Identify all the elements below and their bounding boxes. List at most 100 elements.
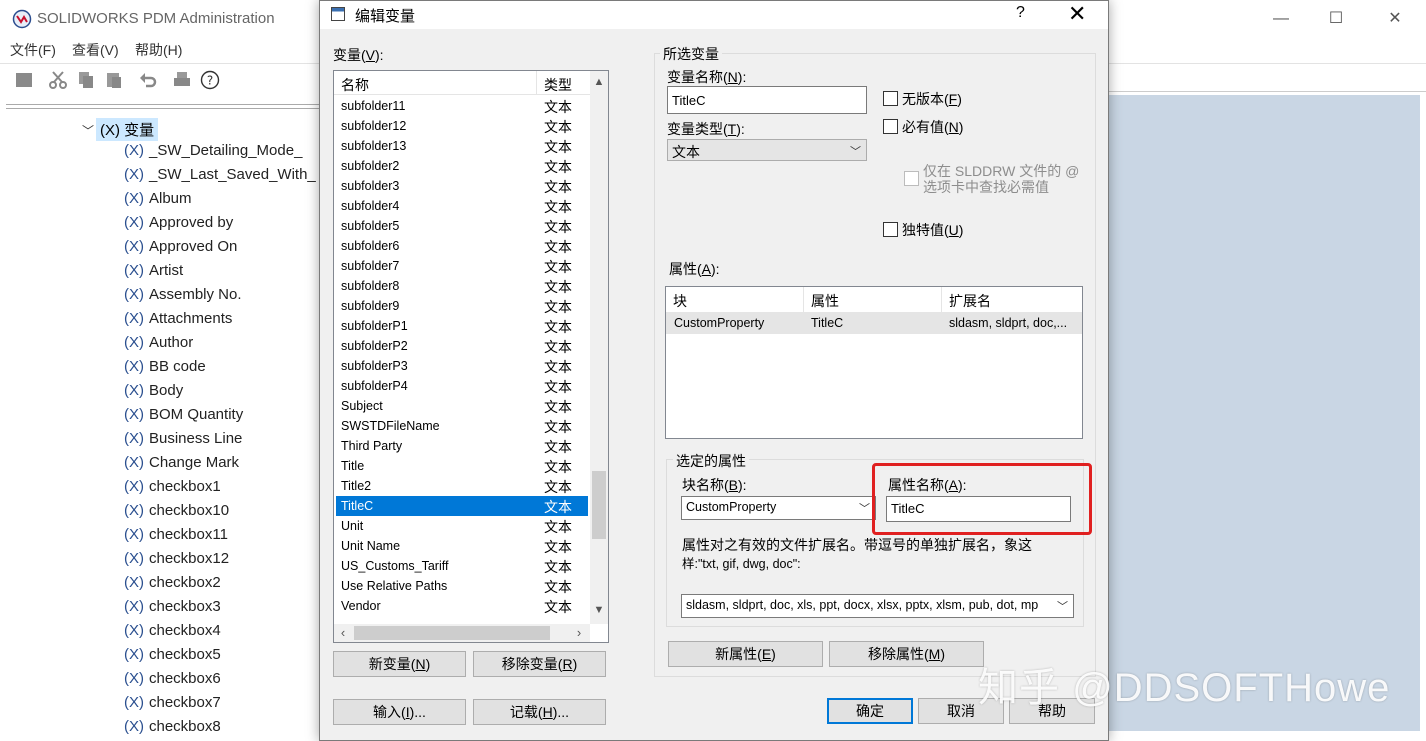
list-item[interactable]: Subject 文本: [336, 396, 588, 416]
variable-type-select[interactable]: 文本 ﹀: [667, 139, 867, 161]
table-row[interactable]: CustomProperty TitleC sldasm, sldprt, do…: [666, 312, 1082, 334]
list-item[interactable]: subfolder2 文本: [336, 156, 588, 176]
tree-item[interactable]: (X) checkbox5: [124, 646, 221, 670]
tree-item[interactable]: (X) Business Line: [124, 430, 242, 454]
new-variable-button[interactable]: 新变量(N): [333, 651, 466, 677]
horizontal-scrollbar[interactable]: ‹ ›: [334, 624, 590, 642]
undo-icon[interactable]: [138, 70, 158, 90]
list-item[interactable]: subfolderP3 文本: [336, 356, 588, 376]
column-divider[interactable]: [536, 71, 537, 95]
list-item[interactable]: Use Relative Paths 文本: [336, 576, 588, 596]
scroll-right-icon[interactable]: ›: [570, 624, 588, 642]
variable-name-input[interactable]: TitleC: [667, 86, 867, 114]
tree-item[interactable]: (X) checkbox2: [124, 574, 221, 598]
tree-item[interactable]: (X) _SW_Last_Saved_With_: [124, 166, 316, 190]
list-item[interactable]: subfolder7 文本: [336, 256, 588, 276]
column-header-extension[interactable]: 扩展名: [942, 287, 1082, 312]
tree-item[interactable]: (X) checkbox12: [124, 550, 229, 574]
vertical-scrollbar[interactable]: ▲ ▼: [590, 71, 608, 624]
extensions-input[interactable]: sldasm, sldprt, doc, xls, ppt, docx, xls…: [681, 594, 1074, 618]
chevron-down-icon[interactable]: ﹀: [82, 122, 96, 139]
column-header-name[interactable]: 名称: [341, 75, 369, 95]
close-icon[interactable]: ✕: [1380, 8, 1410, 30]
attributes-list[interactable]: 块 属性 扩展名 CustomProperty TitleC sldasm, s…: [665, 286, 1083, 439]
list-item[interactable]: SWSTDFileName 文本: [336, 416, 588, 436]
slddrw-only-checkbox[interactable]: [904, 171, 919, 186]
remove-attribute-button[interactable]: 移除属性(M): [829, 641, 984, 667]
tree-item[interactable]: (X) Approved On: [124, 238, 237, 262]
list-item[interactable]: Unit 文本: [336, 516, 588, 536]
scroll-left-icon[interactable]: ‹: [334, 624, 352, 642]
help-icon[interactable]: ?: [200, 70, 220, 90]
tree-item[interactable]: (X) BOM Quantity: [124, 406, 243, 430]
block-name-select[interactable]: CustomProperty ﹀: [681, 496, 876, 520]
tree-item[interactable]: (X) Change Mark: [124, 454, 239, 478]
remove-variable-button[interactable]: 移除变量(R): [473, 651, 606, 677]
list-item[interactable]: subfolderP1 文本: [336, 316, 588, 336]
list-item[interactable]: US_Customs_Tariff 文本: [336, 556, 588, 576]
list-item[interactable]: subfolder3 文本: [336, 176, 588, 196]
tree-item[interactable]: (X) checkbox8: [124, 718, 221, 741]
column-header-attribute[interactable]: 属性: [804, 287, 942, 312]
tree-item[interactable]: (X) Author: [124, 334, 193, 358]
list-item[interactable]: subfolder5 文本: [336, 216, 588, 236]
maximize-icon[interactable]: ☐: [1321, 8, 1351, 30]
tree-item[interactable]: (X) Assembly No.: [124, 286, 242, 310]
column-header-block[interactable]: 块: [666, 287, 804, 312]
scroll-thumb-h[interactable]: [354, 626, 550, 640]
scroll-down-icon[interactable]: ▼: [590, 601, 608, 619]
properties-icon[interactable]: [14, 70, 34, 90]
tree-node-variables[interactable]: ﹀ (X) 变量: [82, 118, 159, 141]
tree-item[interactable]: (X) checkbox10: [124, 502, 229, 526]
minimize-icon[interactable]: —: [1266, 8, 1296, 30]
import-button[interactable]: 输入(I)...: [333, 699, 466, 725]
tree-item[interactable]: (X) checkbox6: [124, 670, 221, 694]
list-item[interactable]: Title 文本: [336, 456, 588, 476]
list-item[interactable]: Vendor 文本: [336, 596, 588, 616]
menu-file[interactable]: 文件(F): [10, 40, 56, 60]
help-question-icon[interactable]: ?: [1016, 4, 1025, 22]
ok-button[interactable]: 确定: [827, 698, 913, 724]
tree-item[interactable]: (X) Album: [124, 190, 192, 214]
tree-item[interactable]: (X) BB code: [124, 358, 206, 382]
export-button[interactable]: 记载(H)...: [473, 699, 606, 725]
variables-list[interactable]: 名称 类型 subfolder11 文本 subfolder12 文本 subfolde…: [333, 70, 609, 643]
tree-item[interactable]: (X) checkbox1: [124, 478, 221, 502]
list-item[interactable]: Third Party 文本: [336, 436, 588, 456]
column-header-type[interactable]: 类型: [544, 75, 572, 95]
tree-item[interactable]: (X) Body: [124, 382, 183, 406]
list-item[interactable]: subfolder13 文本: [336, 136, 588, 156]
scroll-thumb[interactable]: [592, 471, 606, 539]
scroll-up-icon[interactable]: ▲: [590, 73, 608, 91]
tree-item[interactable]: (X) Artist: [124, 262, 183, 286]
required-checkbox[interactable]: [883, 119, 898, 134]
tree-item[interactable]: (X) checkbox11: [124, 526, 228, 550]
list-item[interactable]: subfolderP2 文本: [336, 336, 588, 356]
paste-icon[interactable]: [104, 70, 124, 90]
list-item[interactable]: Unit Name 文本: [336, 536, 588, 556]
tree-item[interactable]: (X) Approved by: [124, 214, 233, 238]
list-item[interactable]: subfolder4 文本: [336, 196, 588, 216]
new-attribute-button[interactable]: 新属性(E): [668, 641, 823, 667]
list-item[interactable]: TitleC 文本: [336, 496, 588, 516]
tree-item[interactable]: (X) Attachments: [124, 310, 232, 334]
list-item[interactable]: subfolder8 文本: [336, 276, 588, 296]
list-item[interactable]: subfolderP4 文本: [336, 376, 588, 396]
menu-view[interactable]: 查看(V): [72, 40, 119, 60]
close-icon[interactable]: ✕: [1068, 1, 1086, 27]
tree-item[interactable]: (X) checkbox3: [124, 598, 221, 622]
list-item[interactable]: subfolder12 文本: [336, 116, 588, 136]
copy-icon[interactable]: [76, 70, 96, 90]
no-version-checkbox[interactable]: [883, 91, 898, 106]
tree-item[interactable]: (X) checkbox4: [124, 622, 221, 646]
print-icon[interactable]: [172, 70, 192, 90]
cut-icon[interactable]: [48, 70, 68, 90]
list-item[interactable]: subfolder11 文本: [336, 96, 588, 116]
list-item[interactable]: subfolder6 文本: [336, 236, 588, 256]
list-item[interactable]: Title2 文本: [336, 476, 588, 496]
tree-item[interactable]: (X) checkbox7: [124, 694, 221, 718]
menu-help[interactable]: 帮助(H): [135, 40, 182, 60]
tree-item[interactable]: (X) _SW_Detailing_Mode_: [124, 142, 302, 166]
list-item[interactable]: subfolder9 文本: [336, 296, 588, 316]
unique-checkbox[interactable]: [883, 222, 898, 237]
